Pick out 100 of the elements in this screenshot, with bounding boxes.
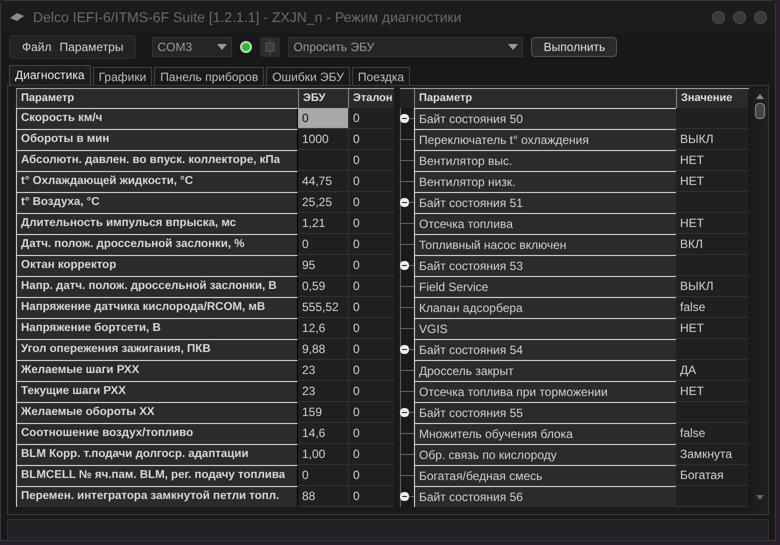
parameter-cell: Обороты в мин — [16, 129, 298, 150]
column-header[interactable]: ЭБУ — [298, 89, 348, 108]
value-cell: НЕТ — [676, 213, 748, 234]
collapse-icon[interactable] — [400, 114, 409, 123]
value-cell: 0 — [348, 108, 394, 129]
value-cell: ДА — [676, 360, 748, 381]
parameter-cell: BLM Корр. т.подачи долгоср. адаптации — [16, 444, 298, 465]
value-cell: 555,52 — [298, 297, 348, 318]
value-cell: Замкнута — [676, 444, 748, 465]
value-cell: НЕТ — [676, 171, 748, 192]
group-cell: Байт состояния 54 — [414, 339, 676, 360]
port-dropdown[interactable]: COM3 — [152, 37, 232, 57]
value-cell: 0 — [348, 129, 394, 150]
collapse-icon[interactable] — [400, 492, 409, 501]
chip-icon[interactable] — [260, 37, 280, 57]
tab[interactable]: Панель приборов — [154, 67, 264, 85]
parameter-cell: Переключатель t° охлаждения — [414, 129, 676, 150]
value-cell: 88 — [298, 486, 348, 507]
value-cell: 0 — [348, 171, 394, 192]
value-cell: 0 — [348, 465, 394, 486]
value-cell: 9,88 — [298, 339, 348, 360]
value-cell: 23 — [298, 360, 348, 381]
parameter-cell: Клапан адсорбера — [414, 297, 676, 318]
value-cell: 0 — [348, 381, 394, 402]
tab[interactable]: Ошибки ЭБУ — [266, 67, 350, 85]
parameter-cell: Желаемые шаги РХХ — [16, 360, 298, 381]
value-cell: 0 — [348, 444, 394, 465]
value-cell: 0 — [348, 402, 394, 423]
value-cell: Богатая — [676, 465, 748, 486]
column-header[interactable]: Значение — [676, 89, 748, 108]
value-cell: 0 — [348, 213, 394, 234]
value-cell: 0 — [348, 339, 394, 360]
column-header[interactable]: Параметр — [414, 89, 676, 108]
parameter-cell: VGIS — [414, 318, 676, 339]
parameter-cell: Отсечка топлива при торможении — [414, 381, 676, 402]
value-cell: 0 — [298, 234, 348, 255]
value-cell: 0 — [348, 486, 394, 507]
collapse-icon[interactable] — [400, 408, 409, 417]
parameter-cell: Отсечка топлива — [414, 213, 676, 234]
collapse-icon[interactable] — [400, 198, 409, 207]
collapse-icon[interactable] — [400, 345, 409, 354]
menu-item[interactable]: Параметры — [60, 38, 124, 56]
parameter-cell: Напряжение датчика кислорода/RCOM, мВ — [16, 297, 298, 318]
value-cell: 1000 — [298, 129, 348, 150]
group-cell: Байт состояния 51 — [414, 192, 676, 213]
parameter-cell: Угол опережения зажигания, ПКВ — [16, 339, 298, 360]
header-cell — [400, 89, 414, 108]
command-dropdown[interactable]: Опросить ЭБУ — [288, 37, 524, 57]
value-cell: 0 — [348, 423, 394, 444]
window-title: Delco IEFI-6/ITMS-6F Suite [1.2.1.1] - ZXJN_n - Режим диагностики — [33, 8, 462, 27]
parameter-cell: Вентилятор низк. — [414, 171, 676, 192]
parameter-cell: Дроссель закрыт — [414, 360, 676, 381]
parameter-cell: Текущие шаги РХХ — [16, 381, 298, 402]
app-icon — [9, 12, 25, 22]
group-cell: Байт состояния 53 — [414, 255, 676, 276]
value-cell: 23 — [298, 381, 348, 402]
value-cell: НЕТ — [676, 381, 748, 402]
column-header[interactable]: Параметр — [16, 89, 298, 108]
value-cell: 1,00 — [298, 444, 348, 465]
value-cell: 25,25 — [298, 192, 348, 213]
parameter-cell: Напряжение бортсети, В — [16, 318, 298, 339]
value-cell: 0 — [298, 465, 348, 486]
tab[interactable]: Графики — [92, 67, 152, 85]
column-header[interactable]: Эталон — [348, 89, 394, 108]
value-cell: false — [676, 423, 748, 444]
menu-item[interactable]: Файл — [22, 38, 52, 56]
scrollbar[interactable] — [752, 88, 768, 514]
parameter-cell: Датч. полож. дроссельной заслонки, % — [16, 234, 298, 255]
value-cell: 0 — [348, 192, 394, 213]
value-cell: НЕТ — [676, 318, 748, 339]
tab[interactable]: Диагностика — [9, 65, 91, 85]
parameter-cell: Желаемые обороты ХХ — [16, 402, 298, 423]
caret-icon — [217, 44, 228, 50]
value-cell: 14,6 — [298, 423, 348, 444]
group-cell: Байт состояния 56 — [414, 486, 676, 507]
scroll-up-icon[interactable] — [756, 94, 764, 99]
value-cell: ВЫКЛ — [676, 129, 748, 150]
value-cell: 159 — [298, 402, 348, 423]
value-cell: 0 — [348, 255, 394, 276]
scroll-down-icon[interactable] — [756, 495, 764, 500]
value-cell: 0 — [298, 108, 348, 129]
parameter-cell: Обр. связь по кислороду — [414, 444, 676, 465]
collapse-icon[interactable] — [400, 261, 409, 270]
parameter-cell: t° Охлаждающей жидкости, °C — [16, 171, 298, 192]
parameter-cell: Топливный насос включен — [414, 234, 676, 255]
value-cell: 0 — [348, 276, 394, 297]
tab[interactable]: Поездка — [352, 67, 410, 85]
parameter-cell: Абсолютн. давлен. во впуск. коллекторе, кПа — [16, 150, 298, 171]
parameter-cell: Множитель обучения блока — [414, 423, 676, 444]
parameter-cell: Длительность импулься впрыска, мс — [16, 213, 298, 234]
run-button[interactable]: Выполнить — [531, 37, 618, 57]
parameter-cell: Скорость км/ч — [16, 108, 298, 129]
parameter-cell: Вентилятор выс. — [414, 150, 676, 171]
value-cell: 0 — [348, 150, 394, 171]
scroll-thumb[interactable] — [755, 103, 766, 119]
value-cell: 95 — [298, 255, 348, 276]
parameter-cell: t° Воздуха, °C — [16, 192, 298, 213]
value-cell: false — [676, 297, 748, 318]
group-cell: Байт состояния 50 — [414, 108, 676, 129]
value-cell: 44,75 — [298, 171, 348, 192]
